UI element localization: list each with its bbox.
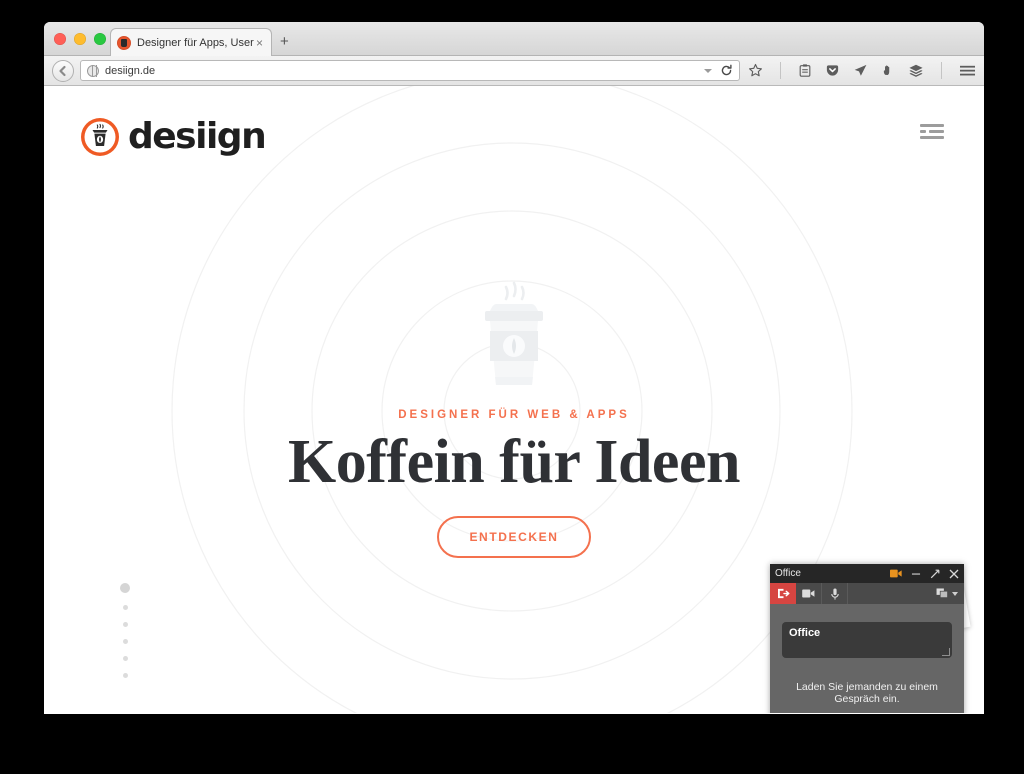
leave-call-button[interactable]: [770, 583, 796, 604]
camera-active-icon[interactable]: [890, 569, 902, 578]
chevron-down-icon: [952, 591, 958, 596]
site-logo-text: desiign: [128, 116, 267, 157]
layers-icon[interactable]: [908, 63, 924, 78]
resize-handle-icon[interactable]: [942, 648, 950, 656]
office-panel-video-area: Office Laden Sie jemanden zu einem Gespr…: [770, 604, 964, 713]
office-panel-window-controls: [890, 569, 959, 579]
window-close-button[interactable]: [54, 33, 66, 45]
pagination-dot-4[interactable]: [122, 639, 128, 644]
pagination-dot-3[interactable]: [122, 622, 128, 627]
pocket-icon[interactable]: [825, 63, 840, 78]
pagination-dot-5[interactable]: [122, 656, 128, 661]
new-tab-button[interactable]: +: [280, 34, 289, 49]
window-traffic-lights: [54, 33, 106, 45]
leave-call-icon: [777, 588, 790, 599]
share-screen-button[interactable]: [930, 583, 964, 604]
tab-title: Designer für Apps, User Int...: [137, 36, 254, 49]
toolbar-divider-2: [941, 62, 942, 79]
pagination-dot-6[interactable]: [122, 673, 128, 678]
web-page-content: desiign DESIGNER FÜR WEB & APPS Koffein …: [44, 86, 984, 713]
coffee-cup-badge-icon: [80, 117, 120, 157]
toggle-microphone-button[interactable]: [822, 583, 848, 604]
expand-icon[interactable]: [930, 569, 940, 579]
office-panel-title-bar: Office: [770, 564, 964, 583]
hero-kicker: DESIGNER FÜR WEB & APPS: [398, 409, 630, 421]
coffee-cup-illustration: [485, 281, 543, 385]
pagination-dot-2[interactable]: [122, 605, 128, 610]
bookmark-star-icon[interactable]: [748, 63, 763, 78]
toggle-camera-button[interactable]: [796, 583, 822, 604]
participant-name-input[interactable]: Office: [782, 622, 952, 658]
hand-icon[interactable]: [881, 63, 895, 78]
close-icon[interactable]: [949, 569, 959, 579]
tab-favicon-icon: [117, 35, 131, 50]
browser-toolbar-icons: [746, 62, 976, 79]
hero-section: DESIGNER FÜR WEB & APPS Koffein für Idee…: [44, 281, 984, 558]
share-screen-icon: [936, 588, 948, 598]
reload-icon[interactable]: [720, 64, 733, 77]
minimize-icon[interactable]: [911, 569, 921, 578]
page-title: Koffein für Ideen: [288, 428, 740, 496]
address-bar[interactable]: desiign.de: [80, 60, 740, 81]
window-maximize-button[interactable]: [94, 33, 106, 45]
entdecken-cta-button[interactable]: ENTDECKEN: [437, 516, 591, 558]
browser-nav-bar: desiign.de: [44, 56, 984, 86]
toolbar-divider: [780, 62, 781, 79]
send-tab-icon[interactable]: [853, 63, 868, 78]
address-bar-controls: [704, 64, 733, 77]
browser-tab[interactable]: Designer für Apps, User Int... ×: [110, 28, 272, 56]
chevron-down-icon[interactable]: [704, 68, 712, 73]
browser-window: Designer für Apps, User Int... × + desii…: [44, 22, 984, 714]
participant-name-value: Office: [789, 627, 821, 639]
globe-icon: [87, 64, 99, 77]
window-minimize-button[interactable]: [74, 33, 86, 45]
hamburger-menu-icon[interactable]: [920, 124, 944, 139]
site-logo[interactable]: desiign: [80, 116, 267, 157]
browser-tab-strip: Designer für Apps, User Int... × +: [44, 22, 984, 56]
menu-hamburger-icon[interactable]: [959, 63, 976, 78]
address-bar-url: desiign.de: [105, 64, 156, 77]
back-button[interactable]: [52, 59, 74, 82]
office-panel-title: Office: [775, 568, 801, 579]
microphone-icon: [830, 588, 839, 600]
section-pagination: [120, 583, 130, 678]
office-panel-toolbar: [770, 583, 964, 604]
pagination-dot-1[interactable]: [120, 583, 130, 593]
tab-close-icon[interactable]: ×: [254, 37, 265, 49]
reading-list-icon[interactable]: [798, 63, 812, 78]
invite-message: Laden Sie jemanden zu einem Gespräch ein…: [796, 681, 938, 705]
camera-icon: [802, 589, 815, 598]
office-video-call-panel: Office Office Laden Sie jemanden zu eine…: [770, 564, 964, 713]
